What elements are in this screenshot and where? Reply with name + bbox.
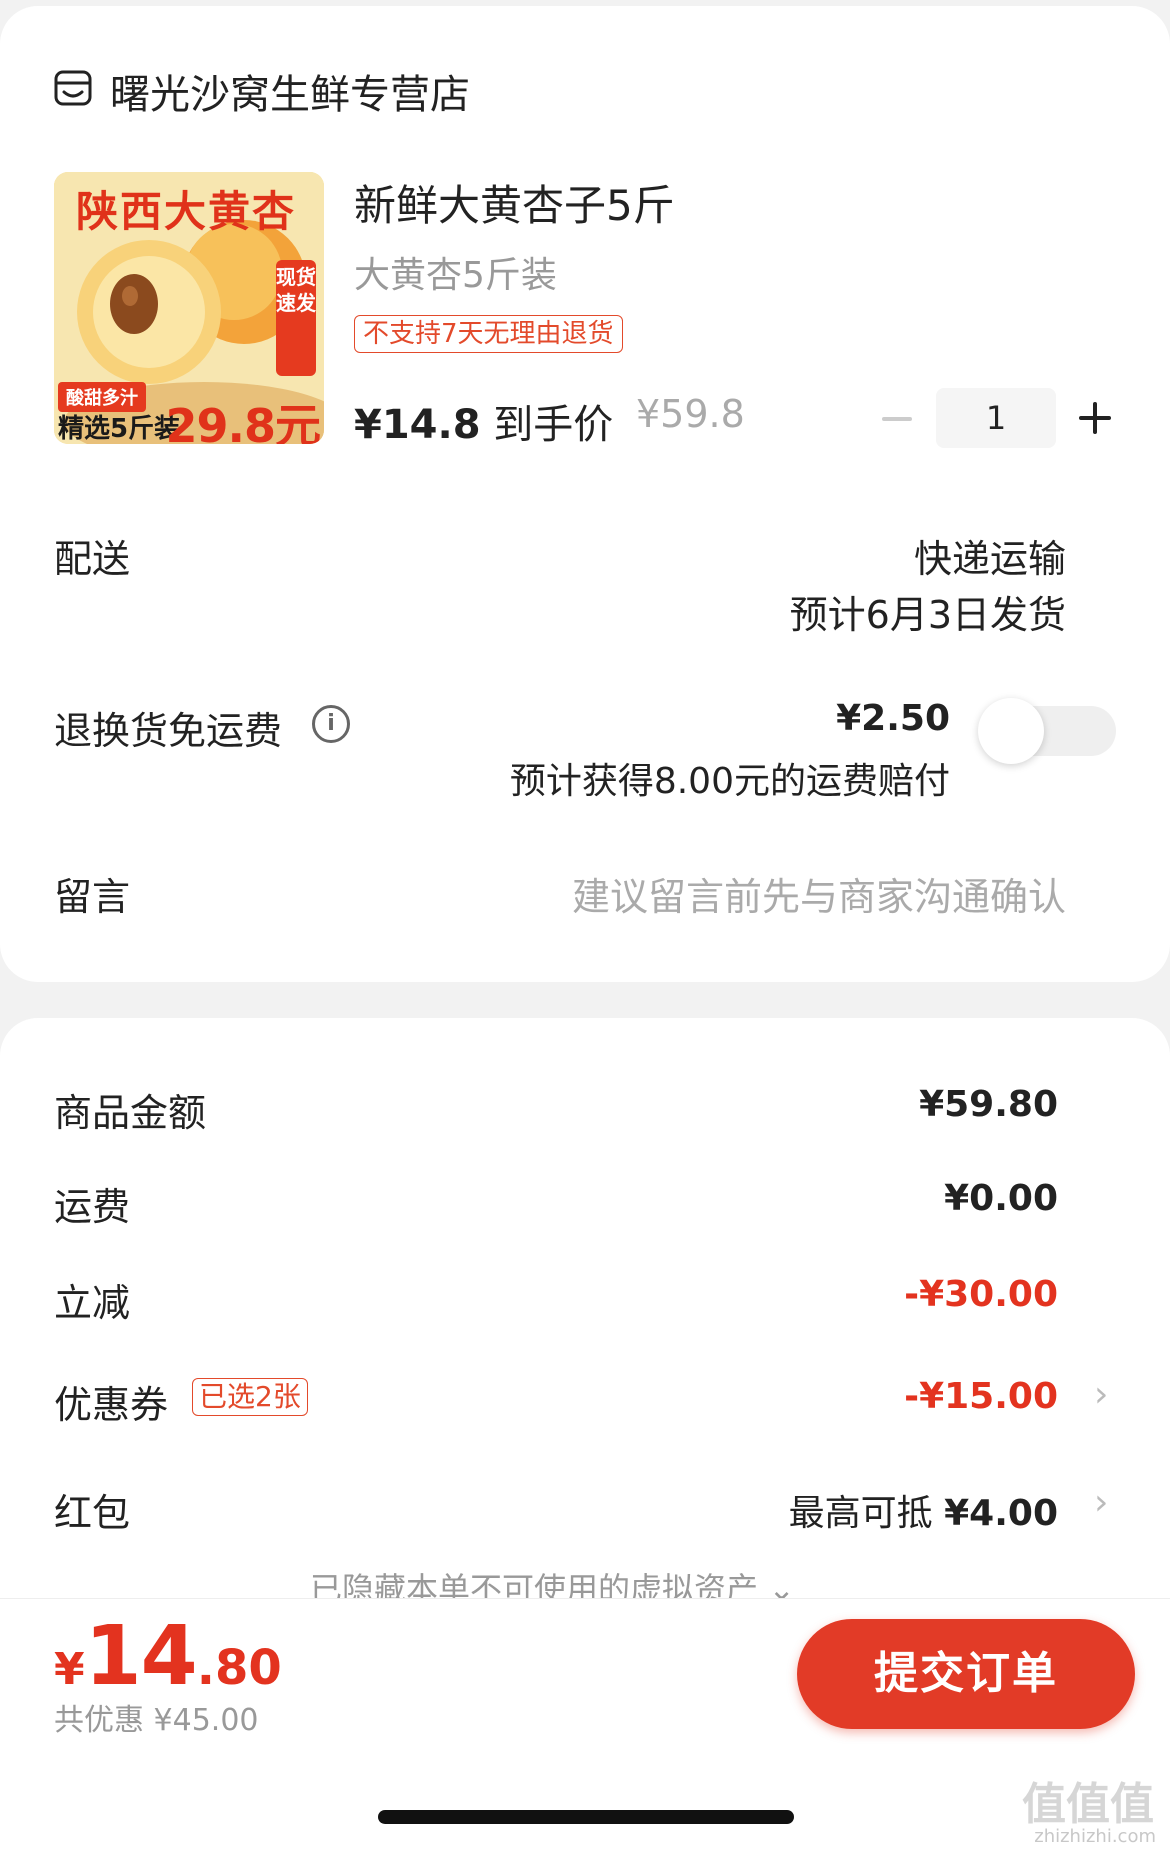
delivery-label: 配送 xyxy=(54,537,131,581)
product-title[interactable]: 新鲜大黄杏子5斤 xyxy=(354,172,675,233)
image-bottom-text: 精选5斤装 xyxy=(58,414,181,444)
order-card xyxy=(0,6,1170,982)
message-label: 留言 xyxy=(54,875,131,919)
instant-discount-value: -¥30.00 xyxy=(904,1274,1058,1315)
total-price: ¥14.80 xyxy=(54,1609,282,1704)
shop-name[interactable]: 曙光沙窝生鲜专营店 xyxy=(110,62,470,120)
shipping-fee-label: 运费 xyxy=(54,1185,131,1229)
final-price-value: ¥14.8 xyxy=(354,402,481,448)
delivery-eta: 预计6月3日发货 xyxy=(789,593,1066,637)
toggle-knob xyxy=(978,698,1044,764)
final-price-suffix: 到手价 xyxy=(493,402,614,448)
chevron-right-icon[interactable]: › xyxy=(1094,1374,1108,1415)
red-packet-prefix: 最高可抵 xyxy=(788,1493,933,1534)
final-price: ¥14.8 到手价 xyxy=(354,392,613,450)
currency-symbol: ¥ xyxy=(54,1644,85,1695)
product-spec[interactable]: 大黄杏5斤装 xyxy=(354,246,557,298)
coupon-label[interactable]: 优惠券 xyxy=(54,1374,168,1429)
chevron-right-icon[interactable]: › xyxy=(1094,1482,1108,1523)
no-return-tag: 不支持7天无理由退货 xyxy=(354,315,623,353)
quantity-decrease-button[interactable] xyxy=(882,417,912,421)
shipping-fee-value: ¥0.00 xyxy=(944,1178,1058,1219)
total-price-integer: 14 xyxy=(84,1609,198,1704)
delivery-method: 快递运输 xyxy=(913,537,1066,581)
goods-amount-label: 商品金额 xyxy=(54,1091,207,1135)
coupon-count-tag[interactable]: 已选2张 xyxy=(192,1378,308,1416)
home-indicator[interactable] xyxy=(378,1810,794,1824)
image-title: 陕西大黄杏 xyxy=(76,187,297,236)
instant-discount-label: 立减 xyxy=(54,1281,131,1325)
return-insurance-price: ¥2.50 xyxy=(836,698,950,739)
image-vertical-tag: 现货速发 xyxy=(276,260,316,376)
total-price-decimal: .80 xyxy=(196,1640,282,1696)
quantity-input[interactable]: 1 xyxy=(936,388,1056,448)
message-input[interactable]: 建议留言前先与商家沟通确认 xyxy=(572,866,1066,921)
image-price: 29.8元 xyxy=(165,399,321,444)
info-icon[interactable]: i xyxy=(312,705,350,743)
return-insurance-desc: 预计获得8.00元的运费赔付 xyxy=(509,761,950,802)
red-packet-label[interactable]: 红包 xyxy=(54,1482,130,1537)
checkout-bar: ¥14.80 共优惠 ¥45.00 提交订单 xyxy=(0,1598,1170,1746)
product-image[interactable]: 陕西大黄杏 现货速发 酸甜多汁 精选5斤装 29.8元 xyxy=(54,172,324,444)
red-packet-value[interactable]: 最高可抵 ¥4.00 xyxy=(789,1484,1058,1536)
quantity-increase-button[interactable] xyxy=(1079,402,1111,434)
return-insurance-toggle[interactable] xyxy=(978,698,1116,764)
original-price: ¥59.8 xyxy=(636,392,745,436)
watermark-logo: 值值值 xyxy=(1022,1779,1154,1830)
watermark-url: zhizhizhi.com xyxy=(1034,1826,1156,1847)
return-insurance-label: 退换货免运费 xyxy=(54,709,283,753)
total-saved: 共优惠 ¥45.00 xyxy=(54,1703,259,1738)
goods-amount-value: ¥59.80 xyxy=(919,1084,1058,1125)
store-icon xyxy=(54,70,92,106)
submit-order-button[interactable]: 提交订单 xyxy=(797,1619,1135,1729)
coupon-value[interactable]: -¥15.00 xyxy=(904,1376,1058,1417)
red-packet-amount: ¥4.00 xyxy=(944,1493,1058,1534)
